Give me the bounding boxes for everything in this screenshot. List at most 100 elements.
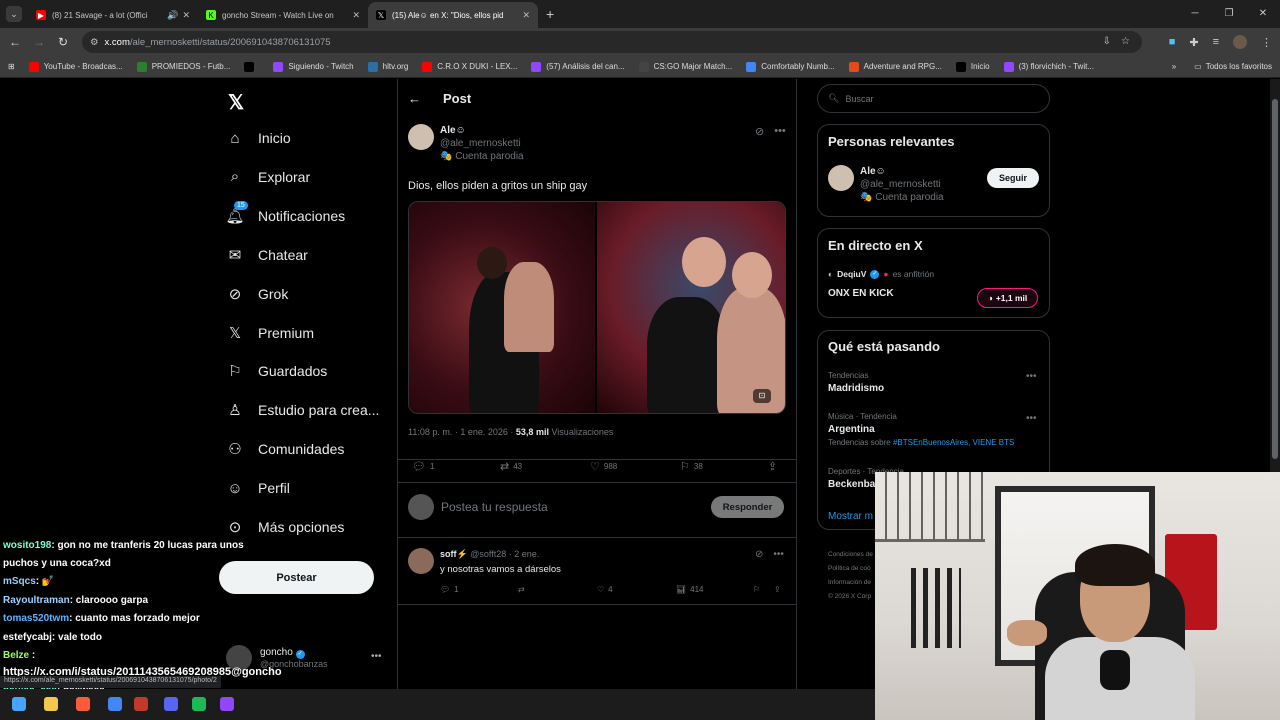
- windows-start-icon[interactable]: [12, 697, 26, 711]
- reply-submit-button[interactable]: Responder: [711, 496, 784, 518]
- more-dots-icon[interactable]: •••: [371, 651, 382, 662]
- media-control-icon[interactable]: ≡: [1213, 36, 1219, 48]
- post-time[interactable]: 11:08 p. m. · 1 ene. 2026 ·: [408, 427, 513, 437]
- nav-item-premium[interactable]: 𝕏 Premium: [226, 324, 314, 342]
- nav-item-estudio-para-crea[interactable]: ♙ Estudio para crea...: [226, 401, 379, 419]
- nav-item-más-opciones[interactable]: ⊙ Más opciones: [226, 518, 345, 536]
- author-name[interactable]: Ale☺: [440, 125, 524, 136]
- reply-input[interactable]: Postea tu respuesta: [441, 500, 548, 514]
- bookmark-item[interactable]: Inicio: [955, 61, 990, 72]
- bookmark-item[interactable]: YouTube - Broadcas...: [28, 61, 123, 72]
- minimize-icon[interactable]: ─: [1178, 0, 1212, 28]
- twitch-icon[interactable]: [220, 697, 234, 711]
- site-info-icon[interactable]: ⚙: [90, 37, 99, 48]
- live-host[interactable]: ◐ DeqiuV ✓ ● es anfitrión: [828, 269, 934, 279]
- speaker-icon[interactable]: 🔊: [167, 10, 178, 21]
- close-tab-icon[interactable]: ✕: [352, 10, 360, 21]
- extension-icon[interactable]: ■: [1169, 36, 1176, 48]
- bookmark-item[interactable]: C.R.O X DUKI - LEX...: [422, 61, 517, 72]
- explorer-icon[interactable]: [44, 697, 58, 711]
- star-icon[interactable]: ☆: [1121, 36, 1130, 47]
- comment-share-button[interactable]: ⇪: [774, 585, 781, 594]
- comment-views[interactable]: 📊︎ 414: [676, 585, 704, 594]
- app-icon[interactable]: [76, 697, 90, 711]
- footer-link[interactable]: Política de coo: [828, 562, 873, 576]
- bookmark-item[interactable]: [244, 61, 259, 72]
- nav-item-inicio[interactable]: ⌂ Inicio: [226, 129, 290, 147]
- close-tab-icon[interactable]: ✕: [522, 10, 530, 21]
- install-icon[interactable]: ⇩: [1103, 36, 1111, 47]
- tab-kick[interactable]: K goncho Stream - Watch Live on ✕: [198, 2, 368, 28]
- live-listeners-pill[interactable]: ◑ +1,1 mil: [977, 288, 1038, 308]
- footer-link[interactable]: Condiciones de: [828, 548, 873, 562]
- close-window-icon[interactable]: ✕: [1246, 0, 1280, 28]
- post-image-1[interactable]: [409, 202, 596, 413]
- bookmark-item[interactable]: hltv.org: [367, 61, 408, 72]
- relevant-person[interactable]: Ale☺ @ale_mernosketti 🎭 Cuenta parodia: [860, 166, 944, 203]
- comment-repost-button[interactable]: ⇄: [518, 585, 525, 594]
- all-bookmarks[interactable]: » ▭ Todos los favoritos: [1172, 62, 1272, 71]
- bookmark-button[interactable]: ⚐ 38: [680, 460, 703, 473]
- bookmark-item[interactable]: Comfortably Numb...: [746, 61, 835, 72]
- comment-bookmark-button[interactable]: ⚐: [753, 585, 760, 594]
- apps-icon[interactable]: ⊞: [8, 62, 15, 71]
- address-bar[interactable]: ⚙ x.com/ale_mernosketti/status/200691043…: [82, 31, 1142, 53]
- maximize-icon[interactable]: ❐: [1212, 0, 1246, 28]
- comment-author[interactable]: soff⚡: [440, 549, 468, 559]
- grok-icon[interactable]: ⊘: [755, 549, 763, 560]
- tab-youtube[interactable]: ▶ (8) 21 Savage - a lot (Offici 🔊 ✕: [28, 2, 198, 28]
- back-arrow-icon[interactable]: ←: [408, 91, 421, 106]
- tab-list-button[interactable]: ⌄: [6, 6, 22, 22]
- nav-item-grok[interactable]: ⊘ Grok: [226, 285, 289, 303]
- comment-handle[interactable]: @sofft28 · 2 ene.: [470, 549, 539, 559]
- trend-item[interactable]: Música · Tendencia Argentina Tendencias …: [828, 412, 1014, 447]
- search-input[interactable]: 🔍︎ Buscar: [817, 84, 1050, 113]
- share-button[interactable]: ⇪: [768, 460, 777, 473]
- app-icon[interactable]: [134, 697, 148, 711]
- puzzle-icon[interactable]: ✚: [1189, 36, 1198, 49]
- chrome-icon[interactable]: [108, 697, 122, 711]
- author-handle[interactable]: @ale_mernosketti: [440, 138, 524, 149]
- more-dots-icon[interactable]: •••: [773, 549, 784, 560]
- x-logo-icon[interactable]: 𝕏: [228, 90, 244, 115]
- bookmark-item[interactable]: Siguiendo - Twitch: [273, 61, 354, 72]
- back-icon[interactable]: ←: [3, 35, 27, 49]
- chevron-right-icon[interactable]: »: [1172, 62, 1176, 71]
- discord-icon[interactable]: [164, 697, 178, 711]
- avatar[interactable]: [828, 165, 854, 191]
- more-dots-icon[interactable]: •••: [774, 125, 786, 138]
- footer-link[interactable]: Información de: [828, 576, 873, 590]
- profile-avatar[interactable]: [1233, 35, 1247, 49]
- alt-text-icon[interactable]: ⊡: [753, 389, 771, 403]
- like-button[interactable]: ♡ 988: [590, 460, 617, 473]
- post-media[interactable]: ⊡: [408, 201, 786, 414]
- more-dots-icon[interactable]: •••: [1026, 413, 1037, 424]
- comment-like-button[interactable]: ♡ 4: [597, 585, 613, 594]
- new-tab-icon[interactable]: +: [546, 6, 554, 22]
- bookmark-item[interactable]: PROMIEDOS - Futb...: [136, 61, 230, 72]
- more-dots-icon[interactable]: •••: [1026, 371, 1037, 382]
- bookmark-item[interactable]: (3) florvichich - Twit...: [1003, 61, 1094, 72]
- menu-icon[interactable]: ⋮: [1261, 36, 1272, 49]
- nav-item-perfil[interactable]: ☺ Perfil: [226, 479, 290, 497]
- tab-x-post[interactable]: 𝕏 (15) Ale☺ en X: "Dios, ellos pid ✕: [368, 2, 538, 28]
- comment-avatar[interactable]: [408, 548, 434, 574]
- nav-item-comunidades[interactable]: ⚇ Comunidades: [226, 440, 344, 458]
- comment-reply-button[interactable]: 💬︎ 1: [440, 585, 459, 594]
- repost-button[interactable]: ⇄ 43: [500, 460, 522, 473]
- nav-item-explorar[interactable]: ⌕ Explorar: [226, 168, 310, 186]
- author-avatar[interactable]: [408, 124, 434, 150]
- bookmark-item[interactable]: Adventure and RPG...: [848, 61, 942, 72]
- trend-item[interactable]: Tendencias Madridismo: [828, 371, 884, 394]
- reply-button[interactable]: 💬︎ 1: [412, 460, 434, 473]
- trend-sub-links[interactable]: #BTSEnBuenosAires, VIENE BTS: [893, 438, 1014, 447]
- bookmark-item[interactable]: CS:GO Major Match...: [638, 61, 732, 72]
- bookmark-item[interactable]: (57) Análisis del can...: [531, 61, 625, 72]
- post-image-2[interactable]: ⊡: [597, 202, 785, 413]
- follow-button[interactable]: Seguir: [987, 168, 1039, 188]
- nav-item-chatear[interactable]: ✉ Chatear: [226, 246, 308, 264]
- nav-item-notificaciones[interactable]: 🔔︎ 15 Notificaciones: [225, 200, 345, 225]
- nav-item-guardados[interactable]: ⚐ Guardados: [226, 362, 327, 380]
- reload-icon[interactable]: ↻: [51, 35, 75, 49]
- live-name[interactable]: ONX EN KICK: [828, 288, 894, 299]
